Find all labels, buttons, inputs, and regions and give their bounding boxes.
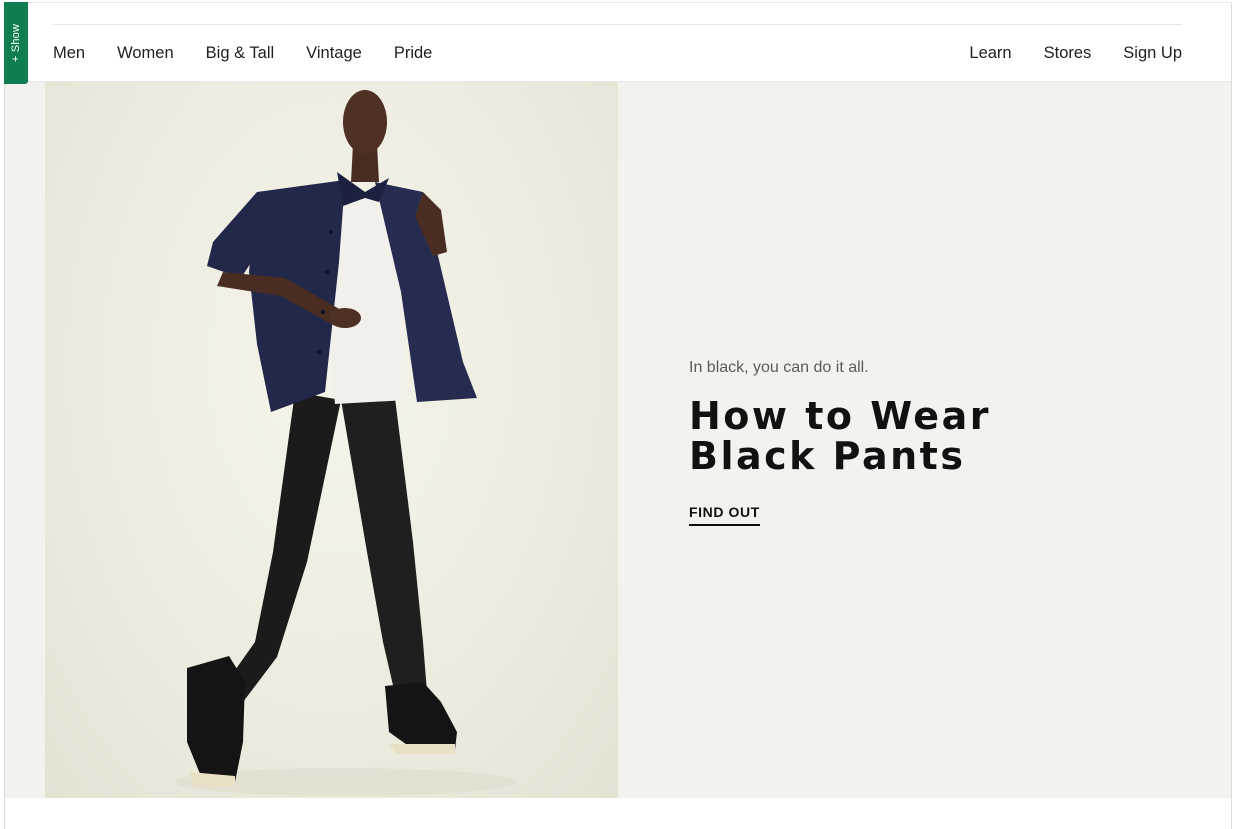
hero-eyebrow: In black, you can do it all.: [689, 359, 869, 376]
nav-sign-up[interactable]: Sign Up: [1123, 43, 1182, 63]
hero-headline-line-1: How to Wear: [689, 394, 991, 438]
nav-women[interactable]: Women: [117, 43, 174, 63]
hero-left-margin: [5, 82, 45, 798]
secondary-nav: Learn Stores Sign Up: [937, 43, 1182, 63]
feedback-show-tab[interactable]: + Show: [4, 2, 28, 84]
nav-learn[interactable]: Learn: [969, 43, 1011, 63]
site-header: Men Women Big & Tall Vintage Pride Learn…: [5, 3, 1231, 82]
hero-copy: In black, you can do it all. How to Wear…: [689, 358, 1149, 526]
hero-model-photo[interactable]: [45, 82, 618, 798]
model-illustration: [175, 90, 515, 796]
nav-big-and-tall[interactable]: Big & Tall: [206, 43, 274, 63]
feedback-show-label: + Show: [10, 23, 23, 63]
nav-vintage[interactable]: Vintage: [306, 43, 362, 63]
nav-pride[interactable]: Pride: [394, 43, 433, 63]
header-divider: [53, 24, 1182, 25]
find-out-link[interactable]: FIND OUT: [689, 504, 760, 526]
nav-stores[interactable]: Stores: [1044, 43, 1092, 63]
below-fold-area: [5, 798, 1231, 829]
hero-headline-line-2: Black Pants: [689, 434, 966, 478]
hero-banner: In black, you can do it all. How to Wear…: [5, 82, 1231, 798]
primary-nav: Men Women Big & Tall Vintage Pride: [53, 43, 464, 63]
nav-men[interactable]: Men: [53, 43, 85, 63]
hero-headline: How to Wear Black Pants: [689, 396, 1149, 476]
